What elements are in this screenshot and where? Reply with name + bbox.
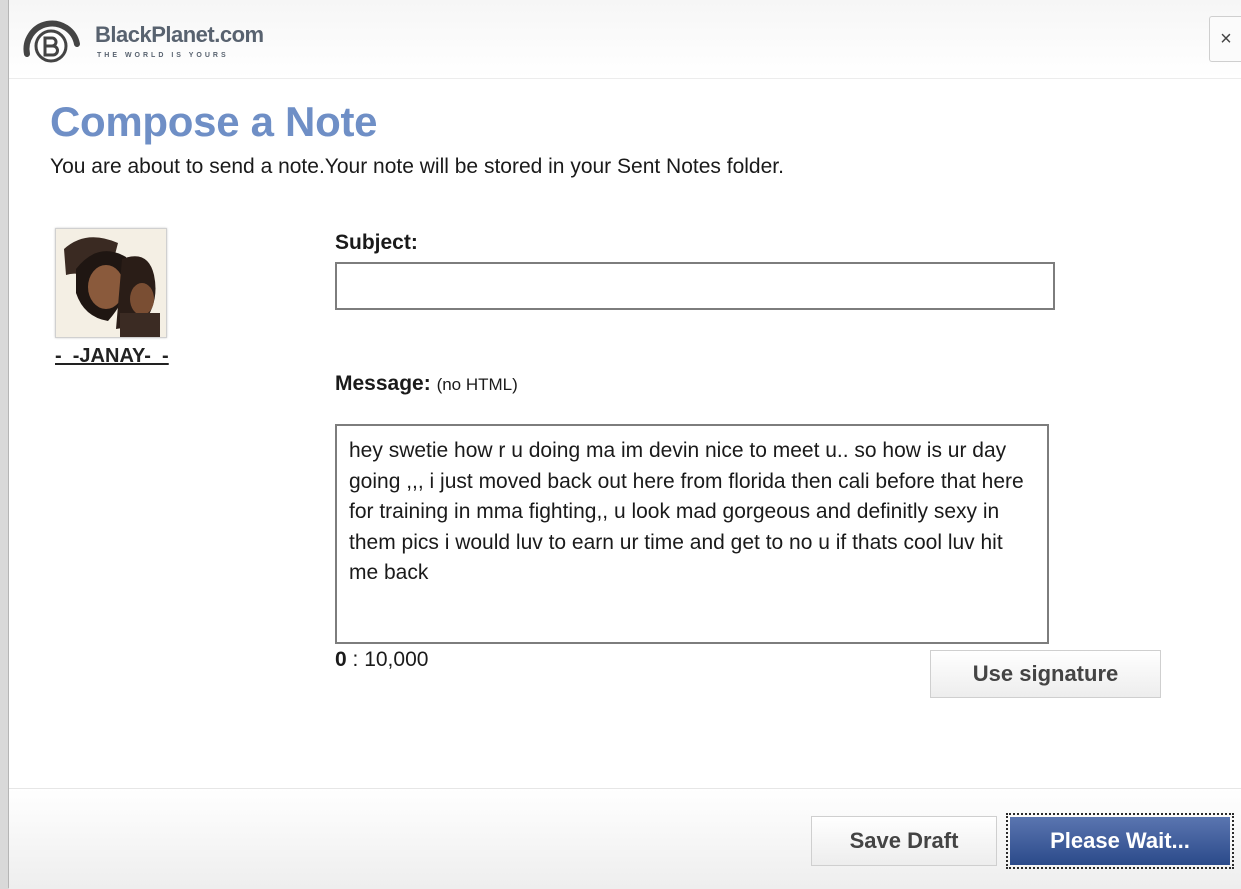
- message-hint: (no HTML): [436, 375, 518, 394]
- recipient-name-link[interactable]: - -JANAY- -: [55, 345, 169, 368]
- character-counter: 0 : 10,000: [335, 648, 428, 672]
- recipient-avatar[interactable]: [55, 228, 167, 338]
- blackplanet-logo-icon: [23, 20, 80, 63]
- subject-input[interactable]: [335, 262, 1055, 310]
- page-title: Compose a Note: [50, 98, 378, 145]
- close-icon: ×: [1220, 27, 1232, 50]
- close-button[interactable]: ×: [1209, 16, 1241, 62]
- message-label-text: Message:: [335, 372, 431, 395]
- dialog-titlebar: BlackPlanet.com THE WORLD IS YOURS ×: [9, 0, 1241, 79]
- logo-tagline: THE WORLD IS YOURS: [97, 52, 229, 59]
- blackplanet-logo: BlackPlanet.com THE WORLD IS YOURS: [21, 14, 321, 64]
- logo-text: BlackPlanet.com: [95, 22, 264, 47]
- counter-max: : 10,000: [346, 648, 429, 671]
- send-button-label: Please Wait...: [1010, 817, 1230, 865]
- compose-note-dialog: BlackPlanet.com THE WORLD IS YOURS × Com…: [8, 0, 1241, 889]
- use-signature-button[interactable]: Use signature: [930, 650, 1161, 698]
- avatar-photo: [56, 229, 166, 337]
- send-button[interactable]: Please Wait...: [1006, 813, 1234, 869]
- save-draft-button[interactable]: Save Draft: [811, 816, 997, 866]
- message-label: Message: (no HTML): [335, 372, 518, 396]
- intro-text: You are about to send a note.Your note w…: [50, 155, 784, 178]
- subject-label: Subject:: [335, 231, 418, 254]
- counter-current: 0: [335, 648, 347, 671]
- message-textarea[interactable]: hey swetie how r u doing ma im devin nic…: [335, 424, 1049, 644]
